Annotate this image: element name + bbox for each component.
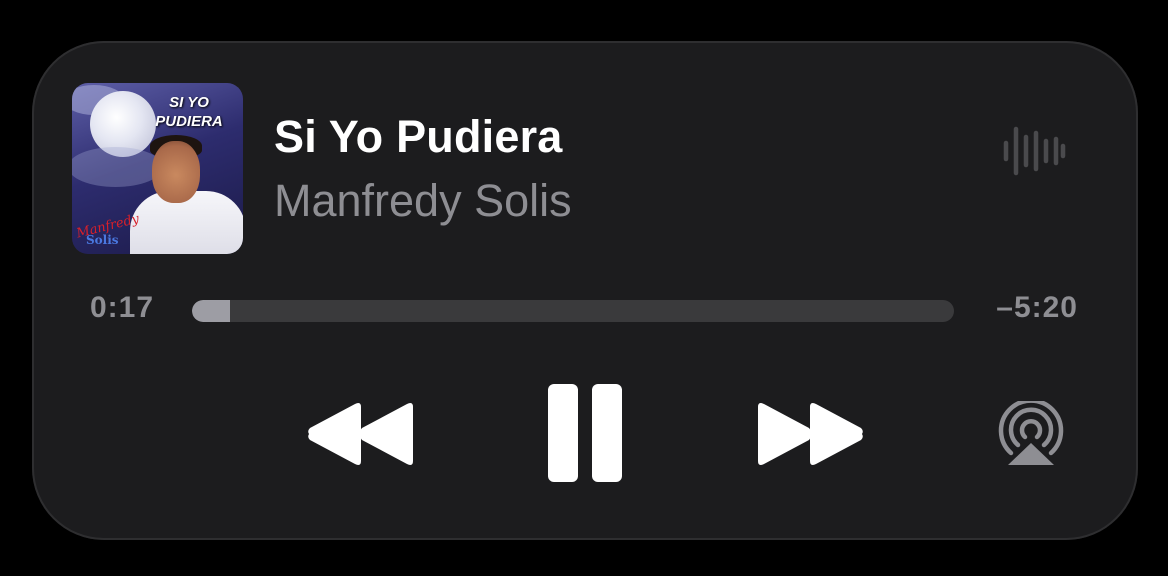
elapsed-time: 0:17 [90,291,155,324]
artwork-figure-head [152,141,200,203]
pause-icon [546,382,624,484]
airplay-button[interactable] [996,401,1066,467]
airplay-audio-icon [996,401,1066,467]
track-artist[interactable]: Manfredy Solis [274,175,572,227]
rewind-icon [305,401,415,467]
artwork-title-line1: SI YO [169,94,209,111]
progress-fill [192,300,231,322]
artwork-signature-name: Solis [86,233,119,247]
album-artwork[interactable]: SI YO PUDIERA Manfredy Solis [72,83,243,254]
track-title[interactable]: Si Yo Pudiera [274,111,563,163]
fast-forward-icon [756,401,866,467]
artwork-cloud [72,147,163,187]
rewind-button[interactable] [305,401,415,467]
pause-button[interactable] [546,382,624,484]
now-playing-card: SI YO PUDIERA Manfredy Solis Si Yo Pudie… [32,41,1138,540]
waveform-icon [1002,125,1066,177]
fast-forward-button[interactable] [756,401,866,467]
artwork-title-line2: PUDIERA [155,113,223,130]
artwork-title: SI YO PUDIERA [139,93,239,131]
remaining-time: –5:20 [996,291,1078,324]
progress-scrubber[interactable] [192,300,954,322]
